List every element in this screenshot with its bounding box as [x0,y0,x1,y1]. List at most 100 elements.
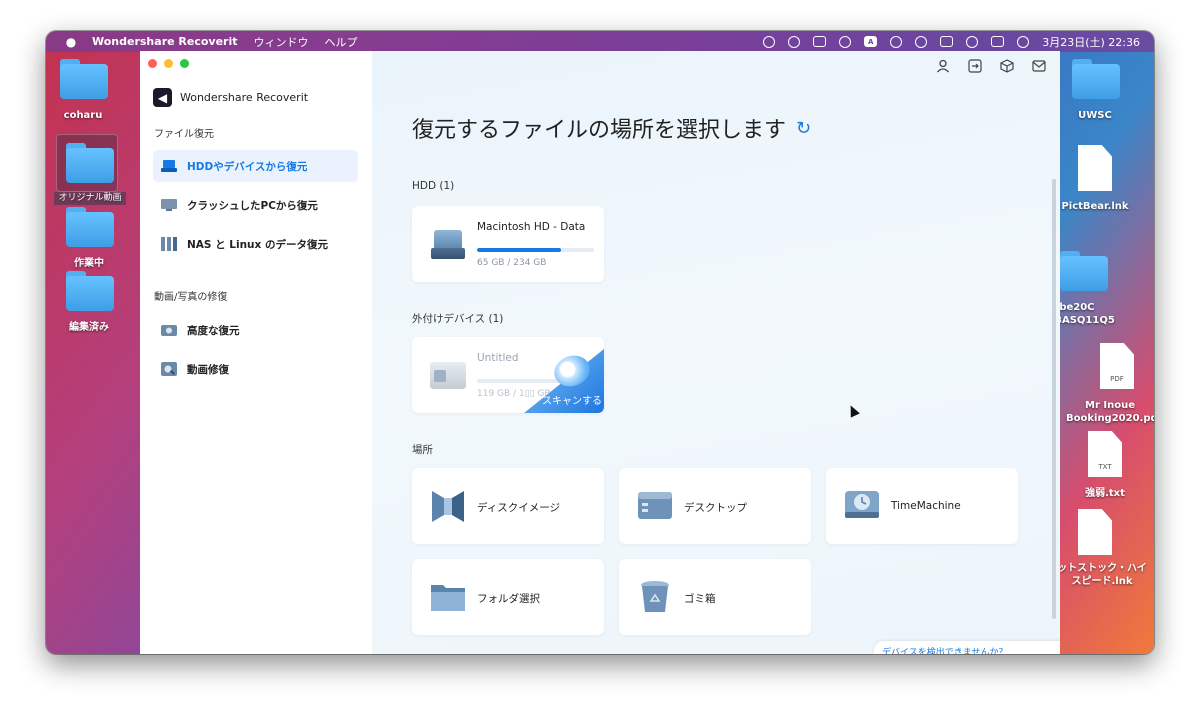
timemachine-icon [844,488,880,524]
section-title-repair: 動画/写真の修復 [154,292,228,303]
location-card-disk-image[interactable]: ディスクイメージ [412,468,604,544]
drive-name: Macintosh HD - Data [477,221,586,233]
menu-extras: A 3月23日(土) 22:36 [763,31,1140,52]
menu-window[interactable]: ウィンドウ [254,34,309,50]
screen-share-icon[interactable] [788,35,801,48]
battery-charging-icon[interactable] [813,36,827,47]
folder-icon [430,579,466,615]
location-label: ゴミ箱 [684,593,716,605]
nas-icon [161,237,177,251]
desktop-item-label: PictBear.lnk [1061,201,1129,212]
pdf-file-icon[interactable]: PDF [1100,343,1134,389]
top-toolbar [936,59,1046,73]
desktop-item-label: オリジナル動画 [54,192,126,205]
drive-card-macintosh-hd[interactable]: Macintosh HD - Data 65 GB / 234 GB [412,206,604,282]
recoverit-logo-icon: ◀ [153,88,172,107]
mail-icon[interactable] [1032,59,1046,73]
input-source-icon[interactable]: A [864,36,878,47]
account-icon[interactable] [936,59,950,73]
sidebar: ◀ Wondershare Recoverit ファイル復元 HDDやデバイスか… [140,51,372,654]
sidebar-item-label: NAS と Linux のデータ復元 [187,238,328,251]
sidebar-item-hdd-recovery[interactable]: HDDやデバイスから復元 [153,150,358,182]
desktop-item-label: 作業中 [74,258,104,269]
record-icon[interactable] [763,35,776,48]
page-title-text: 復元するファイルの場所を選択します [412,118,787,143]
box-icon[interactable] [1000,59,1014,73]
hdd-group-label: HDD (1) [412,180,455,192]
sidebar-item-video-repair[interactable]: 動画修復 [153,353,358,385]
app-brand: ◀ Wondershare Recoverit [153,88,308,107]
main-panel: 復元するファイルの場所を選択します ↻ HDD (1) Macintosh HD… [372,51,1060,654]
brand-name: Wondershare Recoverit [180,91,309,104]
apple-menu-icon[interactable]: ● [64,35,78,49]
refresh-icon[interactable]: ↻ [796,118,811,139]
drive-size: 119 GB / 1▯▯ GB [477,389,551,399]
drive-usage-bar [477,248,594,252]
external-drive-icon [430,362,466,389]
desktop-folder-icon[interactable] [66,143,114,183]
sidebar-item-label: 高度な復元 [187,324,240,337]
minimize-window-button[interactable] [164,59,173,68]
desktop-item-label: 強弱.txt [1085,488,1125,499]
desktop-file-icon[interactable] [1078,145,1112,191]
desktop-folder-icon[interactable] [66,271,114,311]
cannot-detect-device-link[interactable]: デバイスを検出できませんか？ [874,641,1060,654]
monitor-icon [161,198,177,212]
zoom-window-button[interactable] [180,59,189,68]
desktop-icon [637,488,673,524]
sidebar-item-advanced-recovery[interactable]: 高度な復元 [153,314,358,346]
close-window-button[interactable] [148,59,157,68]
external-group-label: 外付けデバイス (1) [412,313,504,325]
battery-icon[interactable] [940,36,954,47]
mouse-cursor-icon [846,403,860,418]
desktop-folder-icon[interactable] [1060,251,1108,291]
menu-bar: ● Wondershare Recoverit ウィンドウ ヘルプ A 3月23… [46,31,1154,52]
location-label: フォルダ選択 [477,593,540,605]
desktop-item-label: coharu [63,110,103,121]
user-icon[interactable] [890,35,903,48]
recoverit-window: ◀ Wondershare Recoverit ファイル復元 HDDやデバイスか… [140,51,1060,654]
desktop-file-icon[interactable] [1078,509,1112,555]
drive-card-untitled[interactable]: Untitled 119 GB / 1▯▯ GB スキャンする [412,337,604,413]
siri-icon[interactable] [1017,35,1030,48]
location-card-desktop[interactable]: デスクトップ [619,468,811,544]
video-repair-icon [161,362,177,376]
desktop-folder-icon[interactable] [60,59,108,99]
control-center-icon[interactable] [991,36,1005,47]
disk-image-icon [430,488,466,524]
spotlight-search-icon[interactable] [966,35,979,48]
trash-icon [637,579,673,615]
section-title-file-recovery: ファイル復元 [154,129,214,140]
sidebar-item-crashed-pc[interactable]: クラッシュしたPCから復元 [153,189,358,221]
location-card-trash[interactable]: ゴミ箱 [619,559,811,635]
sidebar-item-nas-linux[interactable]: NAS と Linux のデータ復元 [153,228,358,260]
desktop-item-label: Mr Inoue Booking2020.pd [1066,400,1154,424]
camera-icon [161,323,177,337]
scan-button[interactable]: スキャンする [542,392,602,407]
desktop-item-label: ットストック・ハイ スピード.lnk [1057,563,1147,587]
wifi-icon[interactable] [839,35,852,48]
sidebar-item-label: HDDやデバイスから復元 [187,160,308,173]
hard-drive-icon [431,230,465,260]
location-card-folder[interactable]: フォルダ選択 [412,559,604,635]
menu-app-name[interactable]: Wondershare Recoverit [92,35,238,48]
location-card-timemachine[interactable]: TimeMachine [826,468,1018,544]
desktop-item-label: 編集済み [69,322,109,333]
vertical-scrollbar[interactable] [1052,179,1056,619]
txt-file-icon[interactable]: TXT [1088,431,1122,477]
page-title: 復元するファイルの場所を選択します ↻ [412,112,811,144]
time-machine-menu-icon[interactable] [915,35,928,48]
window-controls [148,59,189,68]
hdd-icon [161,159,177,173]
menu-help[interactable]: ヘルプ [325,34,358,50]
sign-in-icon[interactable] [968,59,982,73]
drive-name: Untitled [477,352,519,364]
desktop-screen: ● Wondershare Recoverit ウィンドウ ヘルプ A 3月23… [46,31,1154,654]
location-label: ディスクイメージ [477,502,561,514]
menu-clock[interactable]: 3月23日(土) 22:36 [1042,34,1140,50]
desktop-item-label: UWSC [1078,110,1112,121]
desktop-folder-icon[interactable] [66,207,114,247]
drive-size: 65 GB / 234 GB [477,258,547,268]
sidebar-item-label: 動画修復 [187,363,229,376]
desktop-folder-icon[interactable] [1072,59,1120,99]
